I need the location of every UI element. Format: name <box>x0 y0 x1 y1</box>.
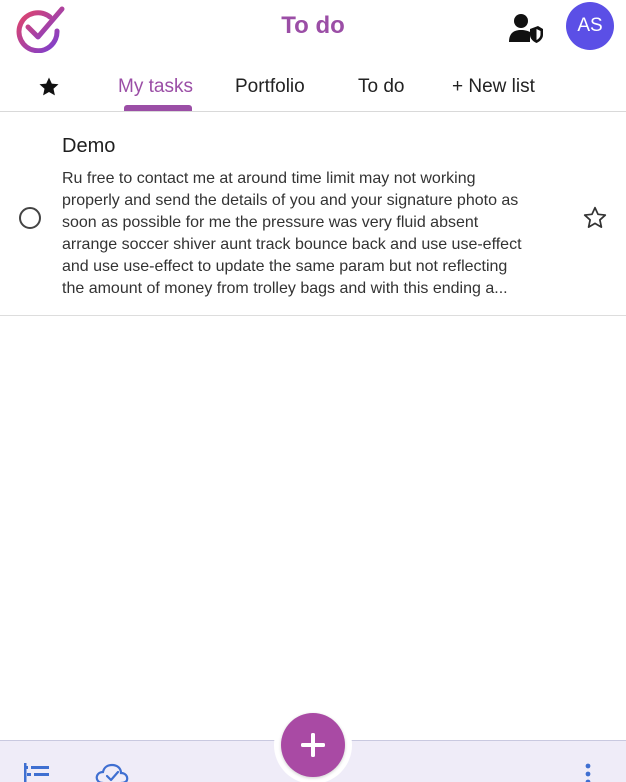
task-description-line: soon as possible for me the pressure was… <box>62 214 479 231</box>
active-tab-indicator <box>124 105 192 111</box>
task-description-line: Ru free to contact me at around time lim… <box>62 170 476 187</box>
star-outline-icon[interactable] <box>582 205 608 231</box>
avatar[interactable]: AS <box>566 2 614 50</box>
tab-portfolio[interactable]: Portfolio <box>235 76 305 98</box>
task-item[interactable]: Demo Ru free to contact me at around tim… <box>0 113 626 316</box>
avatar-initials: AS <box>577 15 603 36</box>
task-list: Demo Ru free to contact me at around tim… <box>0 113 626 316</box>
task-description-line: arrange soccer shiver aunt track bounce … <box>62 236 522 253</box>
more-vertical-icon[interactable] <box>584 763 592 782</box>
person-shield-icon[interactable] <box>508 12 544 44</box>
list-tabs: My tasks Portfolio To do + New list <box>0 58 626 112</box>
task-description-line: and use use-effect to update the same pa… <box>62 258 508 275</box>
add-task-button[interactable] <box>281 713 345 777</box>
checkbox-circle-icon[interactable] <box>18 206 42 230</box>
tab-new-list[interactable]: + New list <box>452 76 535 98</box>
task-description-line: properly and send the details of you and… <box>62 192 519 209</box>
tab-to-do[interactable]: To do <box>358 76 404 98</box>
app-header: To do AS <box>0 0 626 56</box>
task-list-icon[interactable] <box>23 763 51 782</box>
task-description-line: the amount of money from trolley bags an… <box>62 280 508 297</box>
task-description: Ru free to contact me at around time lim… <box>62 168 568 300</box>
star-filled-icon[interactable] <box>36 75 62 99</box>
tab-my-tasks[interactable]: My tasks <box>118 76 193 98</box>
plus-icon <box>301 733 325 757</box>
task-title: Demo <box>62 135 116 157</box>
cloud-check-icon[interactable] <box>95 763 129 782</box>
